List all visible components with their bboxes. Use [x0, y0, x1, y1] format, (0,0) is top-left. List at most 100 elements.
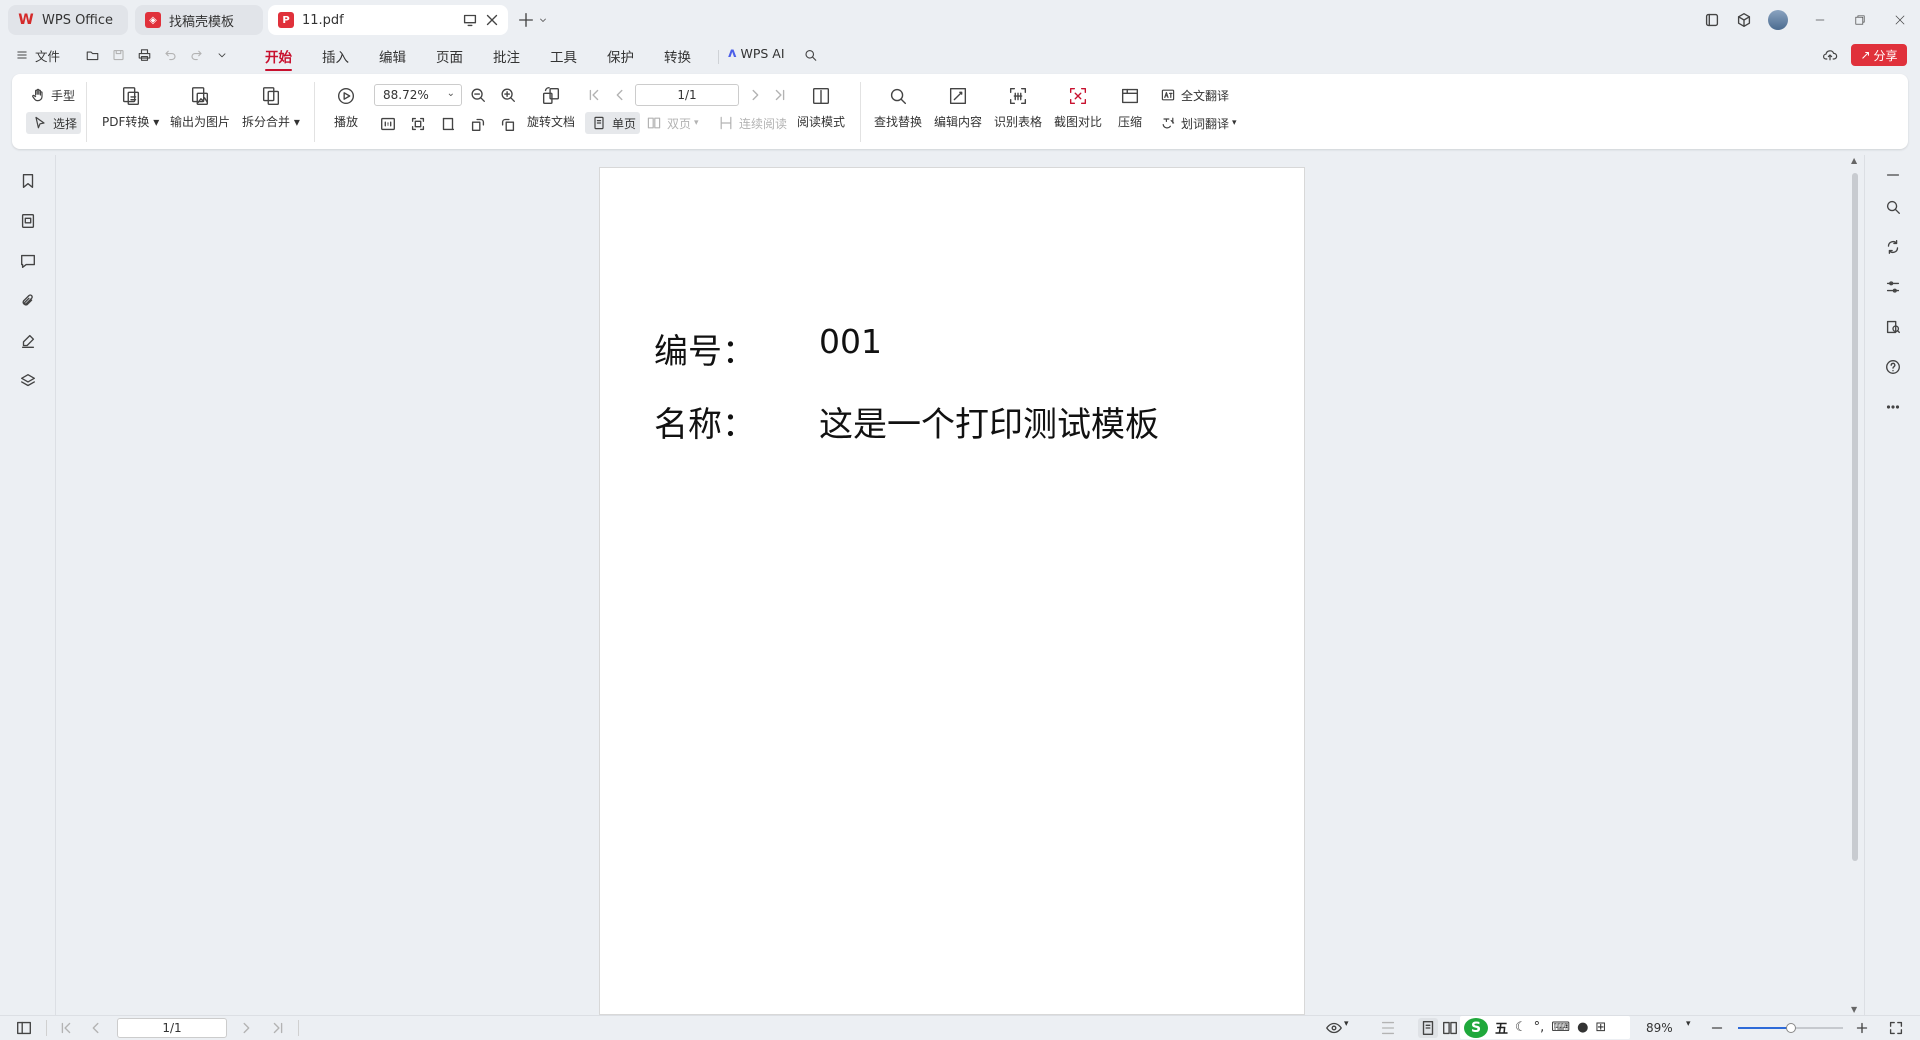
attachment-icon[interactable] — [18, 291, 38, 311]
find-replace-button[interactable]: 查找替换 — [874, 82, 922, 130]
full-translate-button[interactable]: 全文翻译 — [1158, 84, 1229, 106]
wps-ai-button[interactable]: ʌ WPS AI — [728, 46, 785, 61]
comment-icon[interactable] — [18, 251, 38, 271]
pdf-convert-button[interactable]: PDF转换 ▾ — [102, 82, 159, 130]
hamburger-icon[interactable] — [14, 45, 30, 65]
zoom-out-icon[interactable] — [468, 85, 488, 105]
play-button[interactable]: 播放 — [332, 82, 360, 130]
zoom-select[interactable]: 88.72% ⌄ — [374, 84, 462, 106]
settings-sliders-icon[interactable] — [1883, 277, 1903, 297]
fullscreen-icon[interactable] — [1886, 1018, 1906, 1038]
close-window-icon[interactable] — [1886, 8, 1914, 32]
fit-page-icon[interactable] — [408, 114, 428, 134]
minimize-icon[interactable] — [1806, 8, 1834, 32]
grid-icon[interactable]: ⊞ — [1595, 1020, 1606, 1035]
next-page-icon[interactable] — [745, 85, 765, 105]
moon-icon[interactable]: ☾ — [1515, 1020, 1527, 1035]
scrollbar-thumb[interactable] — [1852, 173, 1858, 861]
redo-icon[interactable] — [186, 45, 206, 65]
thumbnail-icon[interactable] — [18, 211, 38, 231]
user-icon[interactable]: ● — [1577, 1020, 1588, 1035]
single-page-button[interactable]: 单页 — [585, 112, 641, 134]
continuous-read-button[interactable]: 连续阅读 — [716, 112, 787, 134]
signature-icon[interactable] — [18, 331, 38, 351]
open-folder-icon[interactable] — [82, 45, 102, 65]
actual-size-icon[interactable] — [378, 114, 398, 134]
search-icon[interactable] — [800, 45, 820, 65]
read-mode-button[interactable]: 阅读模式 — [797, 82, 845, 130]
compress-button[interactable]: 压缩 — [1116, 82, 1144, 130]
sync-icon[interactable] — [1883, 237, 1903, 257]
print-icon[interactable] — [134, 45, 154, 65]
prev-page-icon[interactable] — [86, 1018, 106, 1038]
prev-page-icon[interactable] — [610, 85, 630, 105]
chevron-down-icon[interactable]: ▾ — [1686, 1019, 1691, 1029]
double-page-view-icon[interactable] — [1440, 1018, 1460, 1038]
status-page-input[interactable]: 1/1 — [117, 1018, 227, 1038]
read-search-icon[interactable] — [1883, 317, 1903, 337]
tab-pdf-file[interactable]: P 11.pdf — [268, 5, 508, 35]
double-page-button[interactable]: 双页 ▾ — [644, 112, 699, 134]
rotate-right-icon[interactable] — [498, 114, 518, 134]
zoom-percent[interactable]: 89% — [1646, 1018, 1673, 1038]
word-translate-button[interactable]: 划词翻译 ▾ — [1158, 112, 1237, 134]
eye-icon[interactable] — [1324, 1018, 1344, 1038]
first-page-icon[interactable] — [584, 85, 604, 105]
cube-icon[interactable] — [1734, 10, 1754, 30]
page-number-input[interactable]: 1/1 — [635, 84, 739, 106]
rotate-document-button[interactable]: 旋转文档 — [527, 82, 575, 130]
chevron-down-icon[interactable] — [536, 10, 550, 30]
next-page-icon[interactable] — [236, 1018, 256, 1038]
hand-tool-button[interactable]: 手型 — [28, 84, 75, 106]
layers-icon[interactable] — [18, 371, 38, 391]
share-button[interactable]: ↗ 分享 — [1851, 44, 1907, 66]
tab-template[interactable]: ◈ 找稿壳模板 — [135, 5, 263, 35]
zoom-out-icon[interactable] — [1707, 1018, 1727, 1038]
single-page-view-icon[interactable] — [1418, 1018, 1438, 1038]
recognize-table-button[interactable]: 识别表格 — [994, 82, 1042, 130]
window-layout-icon[interactable] — [1702, 10, 1722, 30]
punctuation-icon[interactable]: °, — [1534, 1020, 1545, 1035]
scroll-down-icon[interactable]: ▼ — [1851, 1005, 1857, 1014]
chevron-down-icon[interactable]: ▾ — [1344, 1019, 1349, 1029]
zoom-in-icon[interactable] — [1852, 1018, 1872, 1038]
menu-convert[interactable]: 转换 — [664, 46, 691, 66]
more-chevron-icon[interactable] — [212, 45, 232, 65]
help-icon[interactable] — [1883, 357, 1903, 377]
zoom-slider-knob[interactable] — [1785, 1023, 1796, 1033]
vertical-scrollbar[interactable]: ▲ ▼ — [1849, 156, 1861, 1014]
menu-edit[interactable]: 编辑 — [379, 46, 406, 66]
menu-protect[interactable]: 保护 — [607, 46, 634, 66]
continuous-icon[interactable] — [1378, 1018, 1398, 1038]
search-icon[interactable] — [1883, 197, 1903, 217]
last-page-icon[interactable] — [770, 85, 790, 105]
collapse-icon[interactable] — [1883, 165, 1903, 185]
menu-file[interactable]: 文件 — [35, 46, 60, 65]
sidebar-toggle-icon[interactable] — [14, 1018, 34, 1038]
last-page-icon[interactable] — [268, 1018, 288, 1038]
rotate-left-icon[interactable] — [468, 114, 488, 134]
zoom-in-icon[interactable] — [498, 85, 518, 105]
undo-icon[interactable] — [160, 45, 180, 65]
menu-tools[interactable]: 工具 — [550, 46, 577, 66]
ime-mode-label[interactable]: 五 — [1495, 1018, 1508, 1037]
screenshot-compare-button[interactable]: 截图对比 — [1054, 82, 1102, 130]
sogou-ime-icon[interactable]: S — [1464, 1017, 1488, 1038]
split-merge-button[interactable]: 拆分合并 ▾ — [242, 82, 300, 130]
scroll-up-icon[interactable]: ▲ — [1851, 156, 1857, 165]
new-tab-icon[interactable] — [516, 10, 536, 30]
fit-width-icon[interactable] — [438, 114, 458, 134]
window-mode-icon[interactable] — [460, 10, 480, 30]
restore-icon[interactable] — [1846, 8, 1874, 32]
cloud-upload-icon[interactable] — [1820, 45, 1840, 65]
bookmark-icon[interactable] — [18, 171, 38, 191]
menu-annotate[interactable]: 批注 — [493, 46, 520, 66]
menu-page[interactable]: 页面 — [436, 46, 463, 66]
menu-insert[interactable]: 插入 — [322, 46, 349, 66]
close-tab-icon[interactable] — [482, 10, 502, 30]
tab-wps-office[interactable]: W WPS Office — [8, 5, 128, 35]
zoom-slider[interactable] — [1738, 1023, 1843, 1033]
select-tool-button[interactable]: 选择 — [26, 112, 82, 134]
avatar[interactable] — [1768, 10, 1788, 30]
more-icon[interactable] — [1883, 397, 1903, 417]
